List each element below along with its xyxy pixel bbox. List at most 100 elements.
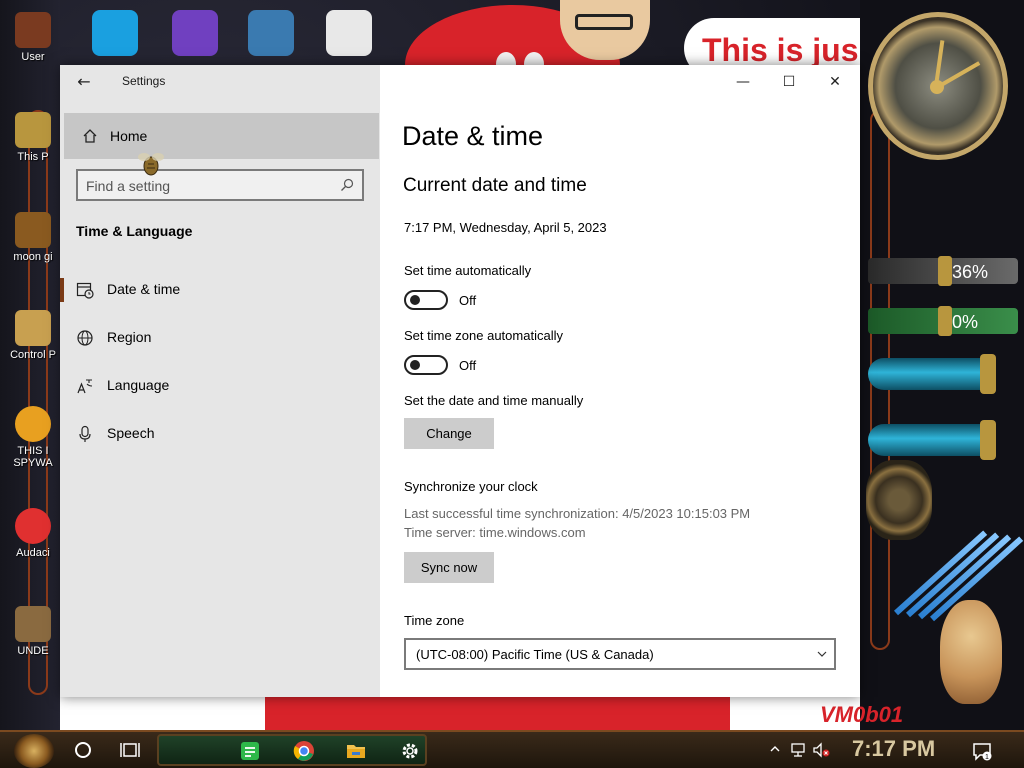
nav-item-region[interactable]: Region <box>60 318 380 358</box>
chevron-down-icon <box>817 651 827 657</box>
search-input[interactable] <box>86 176 326 196</box>
sync-now-button[interactable]: Sync now <box>404 552 494 583</box>
hamster-image <box>940 600 1002 704</box>
set-time-auto-toggle[interactable] <box>404 290 448 310</box>
desktop-icon-unde[interactable]: UNDE <box>8 606 58 657</box>
visual-studio-desktop-icon[interactable] <box>172 10 218 56</box>
gear-decoration <box>866 460 932 540</box>
manual-datetime-label: Set the date and time manually <box>404 393 584 408</box>
search-box[interactable] <box>76 169 364 201</box>
gear-icon <box>15 606 51 642</box>
desktop-icon-this-pc[interactable]: This P <box>8 112 58 163</box>
nav-item-language[interactable]: Language <box>60 366 380 406</box>
nav-item-date-time[interactable]: Date & time <box>60 270 380 310</box>
calendar-clock-icon <box>76 282 94 299</box>
file-explorer-icon[interactable] <box>345 740 367 762</box>
tube-widget <box>868 358 996 390</box>
search-icon[interactable] <box>340 178 354 192</box>
gauge-cap <box>938 306 952 336</box>
chrome-icon <box>15 406 51 442</box>
xd-desktop-icon[interactable] <box>326 10 372 56</box>
folder-icon <box>15 212 51 248</box>
nav-item-label: Language <box>107 377 170 393</box>
watermark-text: VM0b01 <box>820 702 904 727</box>
settings-icon[interactable] <box>399 740 421 762</box>
microphone-icon <box>79 425 91 442</box>
tube-cap <box>980 420 996 460</box>
desktop-icon-label: SPYWA <box>13 457 53 469</box>
set-time-auto-label: Set time automatically <box>404 263 532 278</box>
time-server-text: Time server: time.windows.com <box>404 525 586 540</box>
tube-widget <box>868 424 996 456</box>
section-title: Current date and time <box>403 175 587 196</box>
audacity-icon <box>15 508 51 544</box>
chrome-icon[interactable] <box>293 740 315 762</box>
minimize-button[interactable]: — <box>720 71 766 93</box>
home-nav-item[interactable]: Home <box>64 113 379 159</box>
desktop-icon-label: This P <box>17 151 49 163</box>
taskbar-clock[interactable]: 7:17 PM <box>852 736 935 762</box>
maximize-button[interactable]: ☐ <box>766 71 812 93</box>
set-tz-auto-label: Set time zone automatically <box>404 328 563 343</box>
notes-icon[interactable] <box>239 740 261 762</box>
nav-item-speech[interactable]: Speech <box>60 414 380 454</box>
cpu-gauge-label: 36% <box>952 262 989 282</box>
current-datetime: 7:17 PM, Wednesday, April 5, 2023 <box>404 220 607 235</box>
home-label: Home <box>110 128 148 144</box>
desktop-icon-control-panel[interactable]: Control P <box>8 310 58 361</box>
cortana-icon[interactable] <box>75 742 91 758</box>
page-title: Date & time <box>402 121 544 151</box>
memory-gauge-label: 0% <box>952 312 979 332</box>
change-button[interactable]: Change <box>404 418 494 449</box>
background-red-strip <box>265 697 730 730</box>
settings-content: — ☐ ✕ Date & time Current date and time … <box>380 65 860 697</box>
desktop-icon-label: Control P <box>10 349 56 361</box>
set-tz-auto-state: Off <box>459 358 477 373</box>
chevron-up-icon[interactable] <box>770 744 780 754</box>
desktop-icon-user[interactable]: User <box>8 12 58 63</box>
sync-heading: Synchronize your clock <box>404 479 538 494</box>
lightbulb-icon <box>15 310 51 346</box>
start-button[interactable] <box>14 734 54 768</box>
virtualbox-desktop-icon[interactable] <box>248 10 294 56</box>
user-folder-icon <box>15 12 51 48</box>
desktop-icon-label: THIS I <box>17 445 49 457</box>
computer-icon <box>15 112 51 148</box>
window-title: Settings <box>122 74 166 88</box>
desktop-icon-chrome-shortcut[interactable]: THIS I SPYWA <box>8 406 58 469</box>
settings-window: ← Settings Home Time & Language Date & <box>60 65 860 697</box>
task-view-icon[interactable] <box>120 741 140 759</box>
section-heading: Time & Language <box>76 223 193 239</box>
desktop-icon-moon[interactable]: moon gi <box>8 212 58 263</box>
timezone-value: (UTC-08:00) Pacific Time (US & Canada) <box>416 647 654 662</box>
desktop-icon-label: UNDE <box>17 645 49 657</box>
background-banner-text: This is jus <box>702 32 859 68</box>
notification-count: 1 <box>985 754 989 761</box>
timezone-label: Time zone <box>404 613 465 628</box>
notification-icon[interactable]: 1 <box>972 741 992 761</box>
taskbar: 7:17 PM 1 <box>0 730 1024 768</box>
close-button[interactable]: ✕ <box>812 71 858 93</box>
volume-muted-icon[interactable] <box>812 742 830 758</box>
settings-sidebar: ← Settings Home Time & Language Date & <box>60 65 380 697</box>
nav-item-label: Date & time <box>107 281 181 297</box>
taskbar-apps <box>157 734 427 766</box>
desktop-icon-label: moon gi <box>13 251 53 263</box>
set-time-auto-state: Off <box>459 293 477 308</box>
last-sync-text: Last successful time synchronization: 4/… <box>404 506 751 521</box>
network-icon[interactable] <box>790 742 806 758</box>
background-glasses <box>575 14 633 30</box>
globe-icon <box>77 330 93 346</box>
back-button[interactable]: ← <box>72 71 96 93</box>
edge-desktop-icon[interactable] <box>92 10 138 56</box>
desktop-icon-audacity[interactable]: Audaci <box>8 508 58 559</box>
gauge-cap <box>938 256 952 286</box>
set-tz-auto-toggle[interactable] <box>404 355 448 375</box>
desktop-icon-label: Audaci <box>16 547 50 559</box>
timezone-select[interactable]: (UTC-08:00) Pacific Time (US & Canada) <box>404 638 836 670</box>
home-icon <box>83 129 97 143</box>
tube-cap <box>980 354 996 394</box>
toggle-knob <box>410 295 420 305</box>
language-icon <box>77 379 93 394</box>
clock-center <box>930 80 944 94</box>
